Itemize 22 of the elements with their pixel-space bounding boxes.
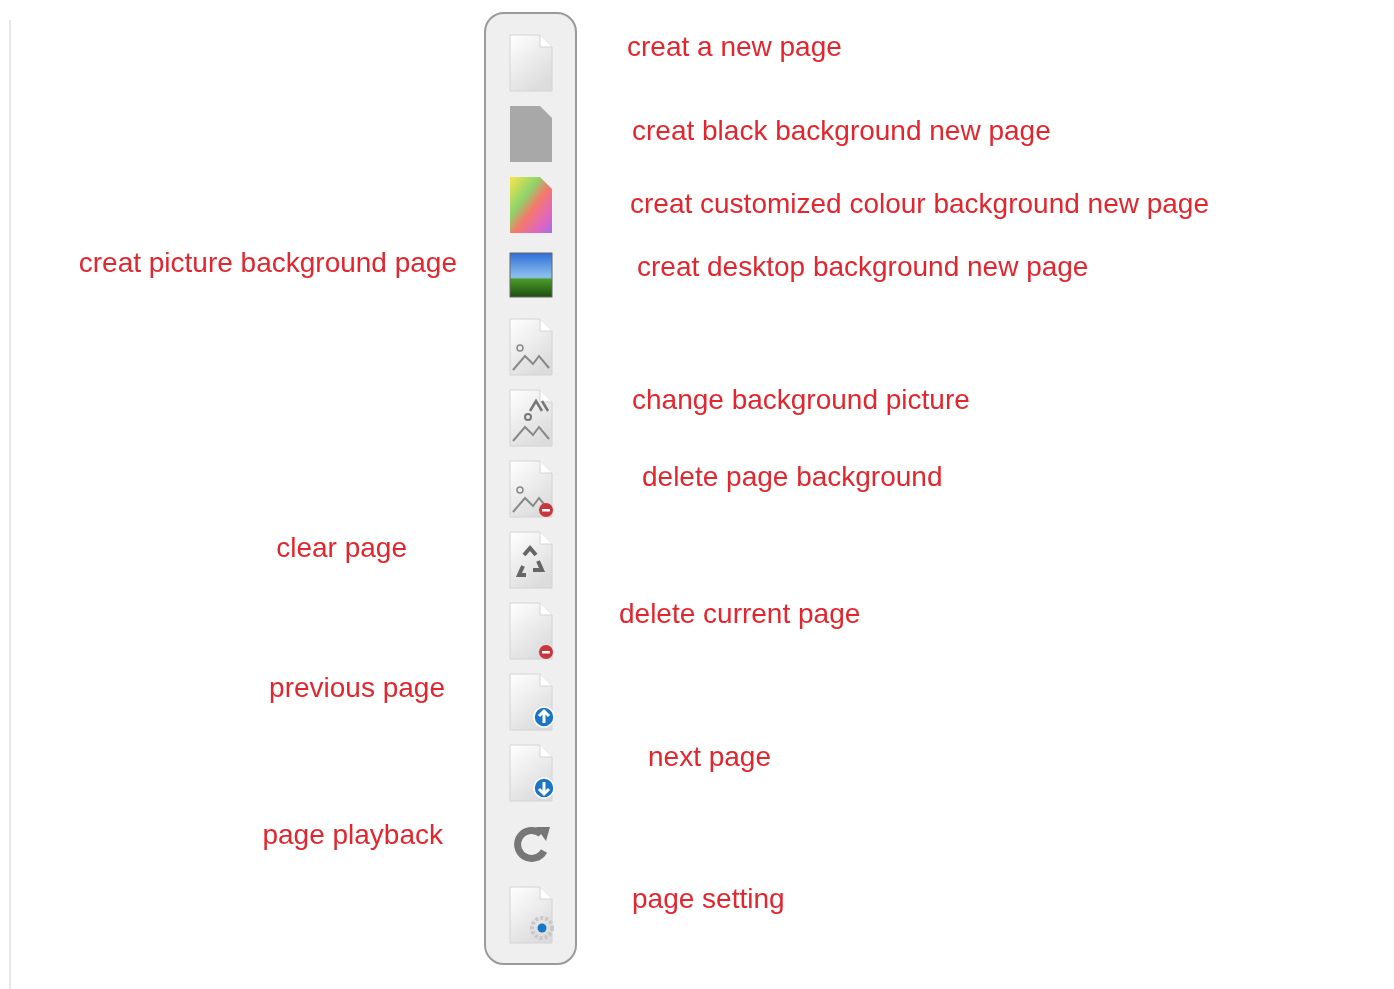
annotation-label: creat black background new page: [632, 114, 1051, 148]
annotation-label: page playback: [262, 818, 443, 852]
annotation-label: creat a new page: [627, 30, 842, 64]
annotation-label: creat desktop background new page: [637, 250, 1089, 284]
annotation-label: next page: [648, 740, 771, 774]
annotation-label: delete page background: [642, 460, 943, 494]
annotation-label: change background picture: [632, 383, 970, 417]
annotation-label: delete current page: [619, 597, 861, 631]
page-down-icon[interactable]: [507, 744, 554, 802]
recycle-icon[interactable]: [507, 531, 554, 589]
image-swap-icon[interactable]: [507, 389, 554, 447]
image-delete-icon[interactable]: [507, 460, 554, 518]
image-icon[interactable]: [507, 318, 554, 376]
annotation-label: previous page: [269, 671, 445, 705]
annotation-label: clear page: [276, 531, 407, 565]
annotation-label: creat customized colour background new page: [630, 187, 1209, 221]
page-delete-icon[interactable]: [507, 602, 554, 660]
page-icon[interactable]: [507, 176, 554, 234]
annotation-label: page setting: [632, 882, 785, 916]
annotation-label: creat picture background page: [78, 246, 457, 280]
page-up-icon[interactable]: [507, 673, 554, 731]
settings-icon[interactable]: [507, 886, 554, 944]
